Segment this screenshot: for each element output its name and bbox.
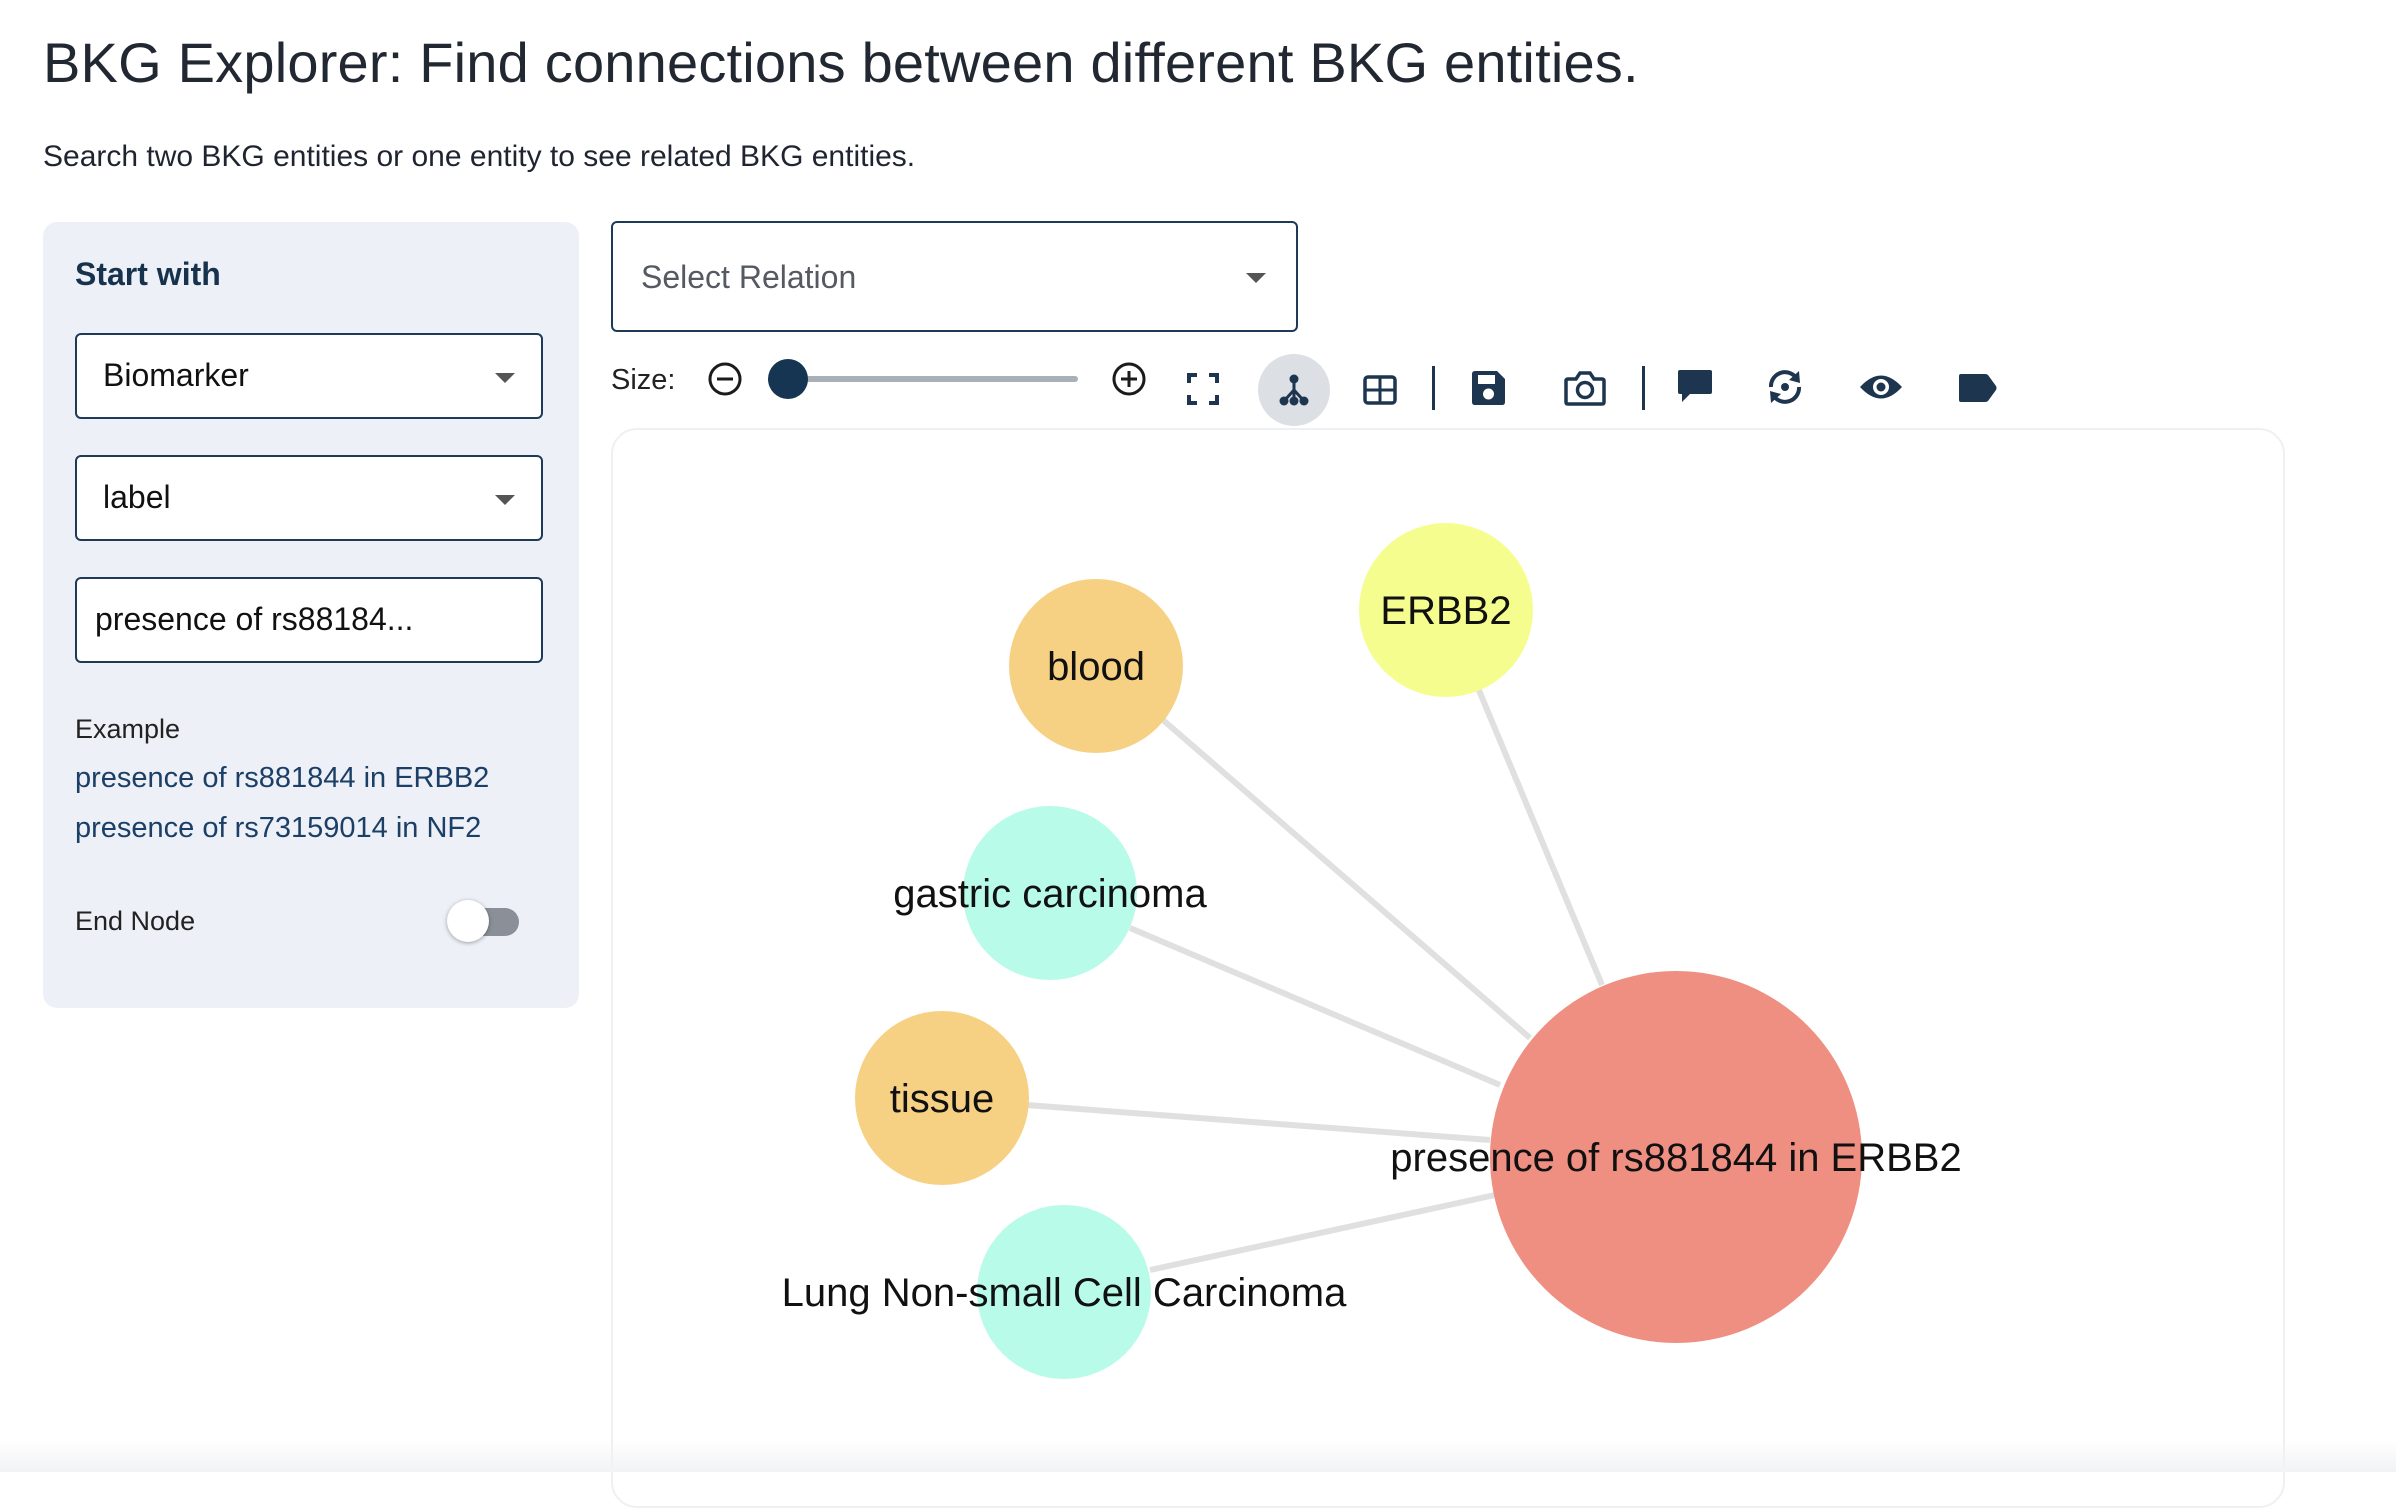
graph-edge xyxy=(1149,1192,1496,1273)
node-label-blood: blood xyxy=(1047,645,1145,689)
node-label-center: presence of rs881844 in ERBB2 xyxy=(1390,1136,1961,1180)
node-label-lung-nsclc: Lung Non-small Cell Carcinoma xyxy=(782,1271,1347,1315)
graph-edge xyxy=(1161,717,1532,1041)
node-label-gastric-carcinoma: gastric carcinoma xyxy=(893,872,1207,916)
bottom-edge-shade xyxy=(0,1440,2396,1472)
node-label-erbb2: ERBB2 xyxy=(1380,589,1511,633)
graph-edge xyxy=(1026,1102,1491,1143)
graph-edge xyxy=(1128,925,1502,1088)
node-label-tissue: tissue xyxy=(890,1077,995,1121)
graph-edge xyxy=(1475,686,1605,987)
graph-visualization: blood ERBB2 gastric carcinoma tissue Lun… xyxy=(782,523,1962,1379)
